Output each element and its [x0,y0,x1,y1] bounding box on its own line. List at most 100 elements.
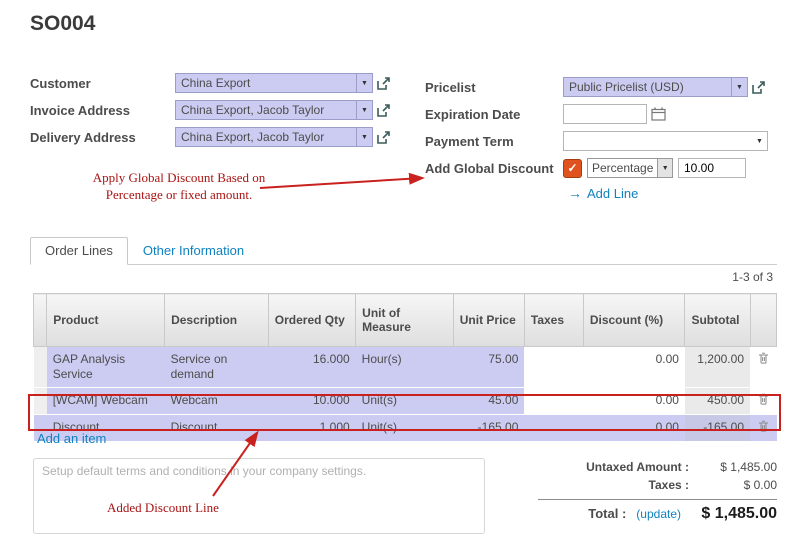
cell-discount[interactable]: 0.00 [583,415,685,442]
cell-unit-price[interactable]: -165.00 [453,415,524,442]
tab-order-lines[interactable]: Order Lines [30,237,128,265]
cell-description[interactable]: Discount [165,415,269,442]
cell-taxes[interactable] [524,415,583,442]
external-link-icon[interactable] [377,104,390,117]
row-handle[interactable] [34,388,47,415]
trash-icon[interactable] [758,352,769,368]
cell-qty[interactable]: 16.000 [268,347,355,388]
global-discount-label: Add Global Discount [425,161,563,176]
add-line-label: Add Line [587,186,638,201]
cell-product[interactable]: [WCAM] Webcam [47,388,165,415]
customer-value: China Export [176,74,356,92]
discount-type-value: Percentage [588,159,657,177]
discount-type-select[interactable]: Percentage ▼ [587,158,673,178]
left-fields: Customer China Export ▼ Invoice Address … [30,72,422,153]
field-global-discount: Add Global Discount ✓ Percentage ▼ [425,157,780,179]
update-link[interactable]: (update) [636,507,681,521]
pager[interactable]: 1-3 of 3 [732,270,773,284]
payment-term-value [564,132,752,150]
trash-icon[interactable] [758,420,769,436]
col-taxes[interactable]: Taxes [524,294,583,347]
external-link-icon[interactable] [752,81,765,94]
field-expiration-date: Expiration Date [425,103,780,125]
table-row-discount[interactable]: Discount Discount 1.000 Unit(s) -165.00 … [34,415,777,442]
arrow-right-icon: → [568,185,582,201]
customer-label: Customer [30,76,175,91]
invoice-address-value: China Export, Jacob Taylor [176,101,356,119]
total-row: Total : (update) $ 1,485.00 [538,503,777,525]
global-discount-checkbox[interactable]: ✓ [563,159,582,178]
external-link-icon[interactable] [377,77,390,90]
cell-taxes[interactable] [524,388,583,415]
handle-column-header [34,294,47,347]
cell-taxes[interactable] [524,347,583,388]
chevron-down-icon[interactable]: ▼ [356,101,372,119]
cell-description[interactable]: Webcam [165,388,269,415]
table-row[interactable]: [WCAM] Webcam Webcam 10.000 Unit(s) 45.0… [34,388,777,415]
annotation-global-discount: Apply Global Discount Based on Percentag… [84,170,274,204]
invoice-address-label: Invoice Address [30,103,175,118]
taxes-label: Taxes : [538,478,689,492]
field-invoice-address: Invoice Address China Export, Jacob Tayl… [30,99,422,121]
pricelist-value: Public Pricelist (USD) [564,78,731,96]
trash-icon[interactable] [758,393,769,409]
totals-panel: Untaxed Amount : $ 1,485.00 Taxes : $ 0.… [538,458,777,525]
cell-subtotal: 1,200.00 [685,347,750,388]
cell-discount[interactable]: 0.00 [583,347,685,388]
col-product[interactable]: Product [47,294,165,347]
expiration-date-input[interactable] [563,104,647,124]
customer-select[interactable]: China Export ▼ [175,73,373,93]
add-an-item-link[interactable]: Add an item [37,431,106,446]
sale-order-form: SO004 Customer China Export ▼ Invoice Ad… [0,0,803,545]
delivery-address-label: Delivery Address [30,130,175,145]
col-subtotal[interactable]: Subtotal [685,294,750,347]
table-row[interactable]: GAP Analysis Service Service on demand 1… [34,347,777,388]
cell-description[interactable]: Service on demand [165,347,269,388]
cell-uom[interactable]: Hour(s) [356,347,454,388]
chevron-down-icon[interactable]: ▼ [657,159,672,177]
delivery-address-select[interactable]: China Export, Jacob Taylor ▼ [175,127,373,147]
cell-discount[interactable]: 0.00 [583,388,685,415]
col-description[interactable]: Description [165,294,269,347]
cell-unit-price[interactable]: 75.00 [453,347,524,388]
cell-qty[interactable]: 1.000 [268,415,355,442]
expiration-date-label: Expiration Date [425,107,563,122]
col-discount[interactable]: Discount (%) [583,294,685,347]
chevron-down-icon[interactable]: ▼ [731,78,747,96]
cell-uom[interactable]: Unit(s) [356,388,454,415]
col-unit-of-measure[interactable]: Unit of Measure [356,294,454,347]
row-handle[interactable] [34,347,47,388]
field-delivery-address: Delivery Address China Export, Jacob Tay… [30,126,422,148]
field-payment-term: Payment Term ▼ [425,130,780,152]
page-title: SO004 [30,12,95,36]
check-icon: ✓ [567,161,577,175]
field-pricelist: Pricelist Public Pricelist (USD) ▼ [425,76,780,98]
cell-qty[interactable]: 10.000 [268,388,355,415]
terms-textarea[interactable]: Setup default terms and conditions in yo… [33,458,485,534]
discount-amount-input[interactable] [678,158,746,178]
cell-subtotal: -165.00 [685,415,750,442]
chevron-down-icon[interactable]: ▼ [356,128,372,146]
untaxed-amount-row: Untaxed Amount : $ 1,485.00 [538,458,777,476]
invoice-address-select[interactable]: China Export, Jacob Taylor ▼ [175,100,373,120]
field-customer: Customer China Export ▼ [30,72,422,94]
calendar-icon[interactable] [651,107,666,121]
table-header-row: Product Description Ordered Qty Unit of … [34,294,777,347]
cell-product[interactable]: GAP Analysis Service [47,347,165,388]
order-lines-table: Product Description Ordered Qty Unit of … [33,293,777,442]
payment-term-select[interactable]: ▼ [563,131,768,151]
pricelist-select[interactable]: Public Pricelist (USD) ▼ [563,77,748,97]
external-link-icon[interactable] [377,131,390,144]
cell-unit-price[interactable]: 45.00 [453,388,524,415]
delete-column-header [750,294,777,347]
untaxed-amount-value: $ 1,485.00 [689,460,777,474]
chevron-down-icon[interactable]: ▼ [752,132,767,150]
col-unit-price[interactable]: Unit Price [453,294,524,347]
cell-uom[interactable]: Unit(s) [356,415,454,442]
right-fields: Pricelist Public Pricelist (USD) ▼ Expir… [425,76,780,201]
add-line-link[interactable]: → Add Line [568,185,780,201]
tab-other-information[interactable]: Other Information [128,237,259,265]
chevron-down-icon[interactable]: ▼ [356,74,372,92]
untaxed-amount-label: Untaxed Amount : [538,460,689,474]
col-ordered-qty[interactable]: Ordered Qty [268,294,355,347]
